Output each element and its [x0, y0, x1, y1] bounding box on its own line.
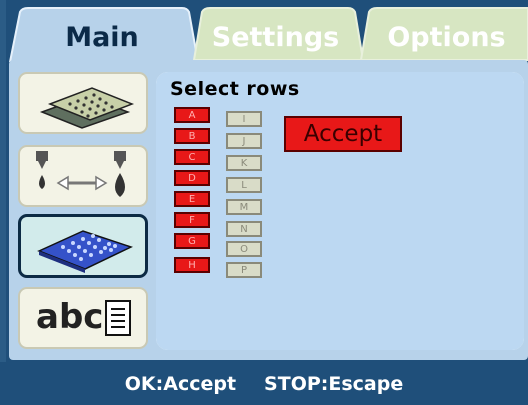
- tab-options-label: Options: [387, 22, 506, 53]
- content-background: [156, 72, 524, 350]
- row-button-h[interactable]: H: [174, 257, 210, 273]
- abc-text-icon-label: abc: [36, 297, 104, 337]
- tab-main[interactable]: Main: [6, 6, 198, 62]
- ok-hint: OK:Accept: [124, 372, 237, 395]
- stop-hint: STOP:Escape: [264, 372, 404, 395]
- row-button-p[interactable]: P: [226, 262, 262, 278]
- row-button-i[interactable]: I: [226, 111, 262, 127]
- content-area: [156, 72, 524, 350]
- dispense-transfer-button[interactable]: [18, 145, 148, 207]
- footer-hints: OK:Accept STOP:Escape: [0, 362, 528, 405]
- row-button-l[interactable]: L: [226, 177, 262, 193]
- row-button-e[interactable]: E: [174, 191, 210, 207]
- row-button-f[interactable]: F: [174, 212, 210, 228]
- tray-stack-icon: [39, 87, 135, 129]
- row-button-d[interactable]: D: [174, 170, 210, 186]
- row-button-a[interactable]: A: [174, 107, 210, 123]
- row-button-j[interactable]: J: [226, 133, 262, 149]
- row-button-m[interactable]: M: [226, 199, 262, 215]
- device-frame: Main Settings Options abc Select rows A …: [0, 0, 528, 405]
- tab-options[interactable]: Options: [355, 6, 528, 62]
- row-button-n[interactable]: N: [226, 221, 262, 237]
- row-button-g[interactable]: G: [174, 233, 210, 249]
- abc-text-button[interactable]: abc: [18, 287, 148, 349]
- row-button-o[interactable]: O: [226, 241, 262, 257]
- tab-main-label: Main: [65, 22, 139, 53]
- plate-rows-icon: [37, 230, 133, 273]
- row-button-k[interactable]: K: [226, 155, 262, 171]
- tab-settings[interactable]: Settings: [188, 6, 363, 62]
- accept-button[interactable]: Accept: [284, 116, 402, 152]
- plate-rows-button[interactable]: [18, 214, 148, 278]
- row-button-c[interactable]: C: [174, 149, 210, 165]
- dispense-transfer-icon: [36, 151, 126, 197]
- document-icon: [105, 300, 131, 336]
- page-title: Select rows: [170, 78, 300, 100]
- tab-settings-label: Settings: [211, 22, 340, 53]
- row-button-b[interactable]: B: [174, 128, 210, 144]
- tray-stack-button[interactable]: [18, 72, 148, 134]
